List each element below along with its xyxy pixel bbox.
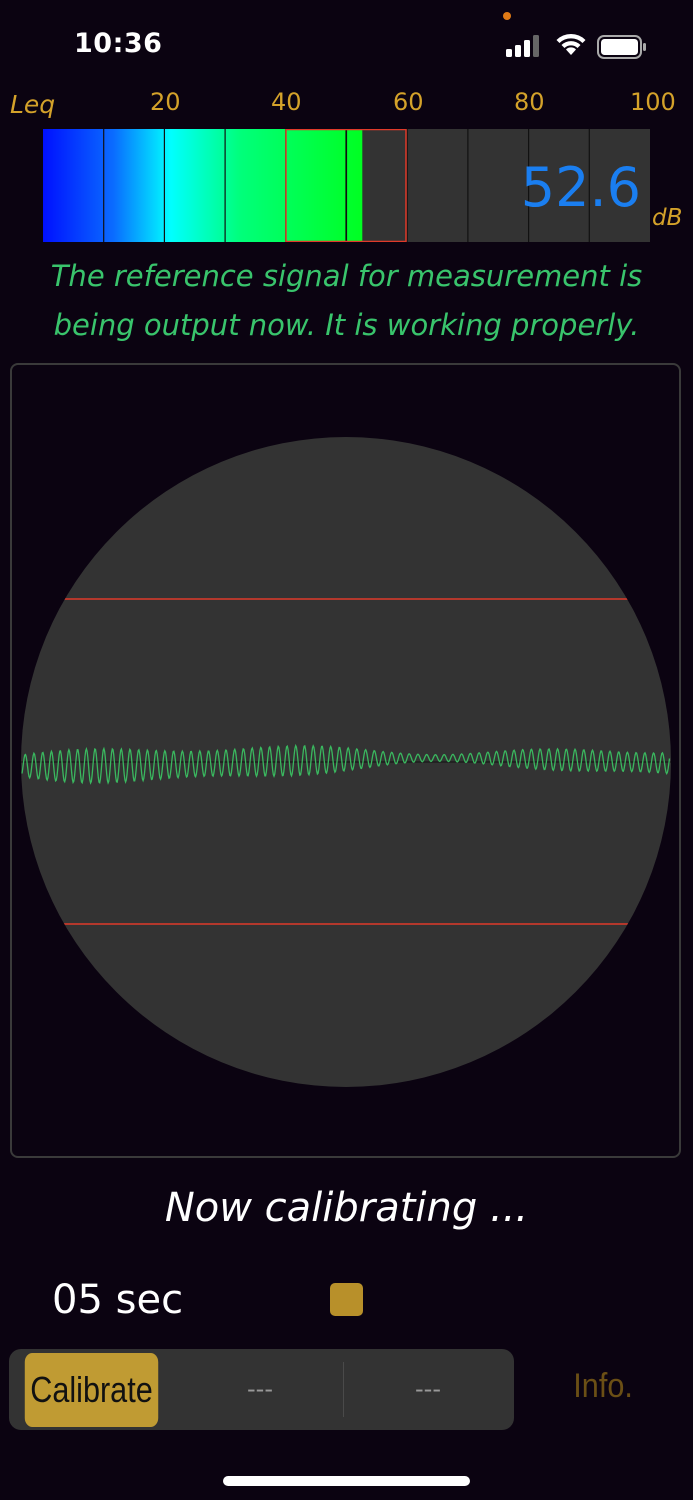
- calibrate-segment[interactable]: Calibrate: [24, 1353, 159, 1427]
- scale-label-40: 40: [271, 88, 302, 116]
- status-message: The reference signal for measurement is …: [0, 252, 693, 350]
- scale-label-100: 100: [630, 88, 676, 116]
- level-readout: 52.6: [520, 156, 641, 219]
- leq-label: Leq: [10, 90, 56, 119]
- status-time: 10:36: [74, 28, 163, 59]
- segment-option-3[interactable]: ---: [348, 1375, 508, 1403]
- scale-label-60: 60: [393, 88, 424, 116]
- wifi-icon: [556, 33, 586, 55]
- calibration-status: Now calibrating ...: [164, 1185, 529, 1231]
- unit-label: dB: [652, 205, 683, 231]
- oscilloscope: [21, 437, 671, 1087]
- scale-label-80: 80: [514, 88, 545, 116]
- status-message-line1: The reference signal for measurement is: [50, 259, 643, 293]
- countdown-timer: 05 sec: [52, 1277, 184, 1323]
- privacy-indicator-icon: [503, 12, 511, 20]
- status-message-line2: being output now. It is working properly…: [53, 308, 640, 342]
- segment-divider: [343, 1362, 344, 1417]
- segment-option-2[interactable]: ---: [180, 1375, 340, 1403]
- cellular-signal-icon: [506, 35, 539, 57]
- home-indicator: [223, 1476, 470, 1486]
- scale-label-20: 20: [150, 88, 181, 116]
- battery-icon: [597, 35, 646, 59]
- info-button[interactable]: Info.: [573, 1367, 633, 1406]
- level-fill: [43, 129, 363, 242]
- stop-button[interactable]: [330, 1283, 363, 1316]
